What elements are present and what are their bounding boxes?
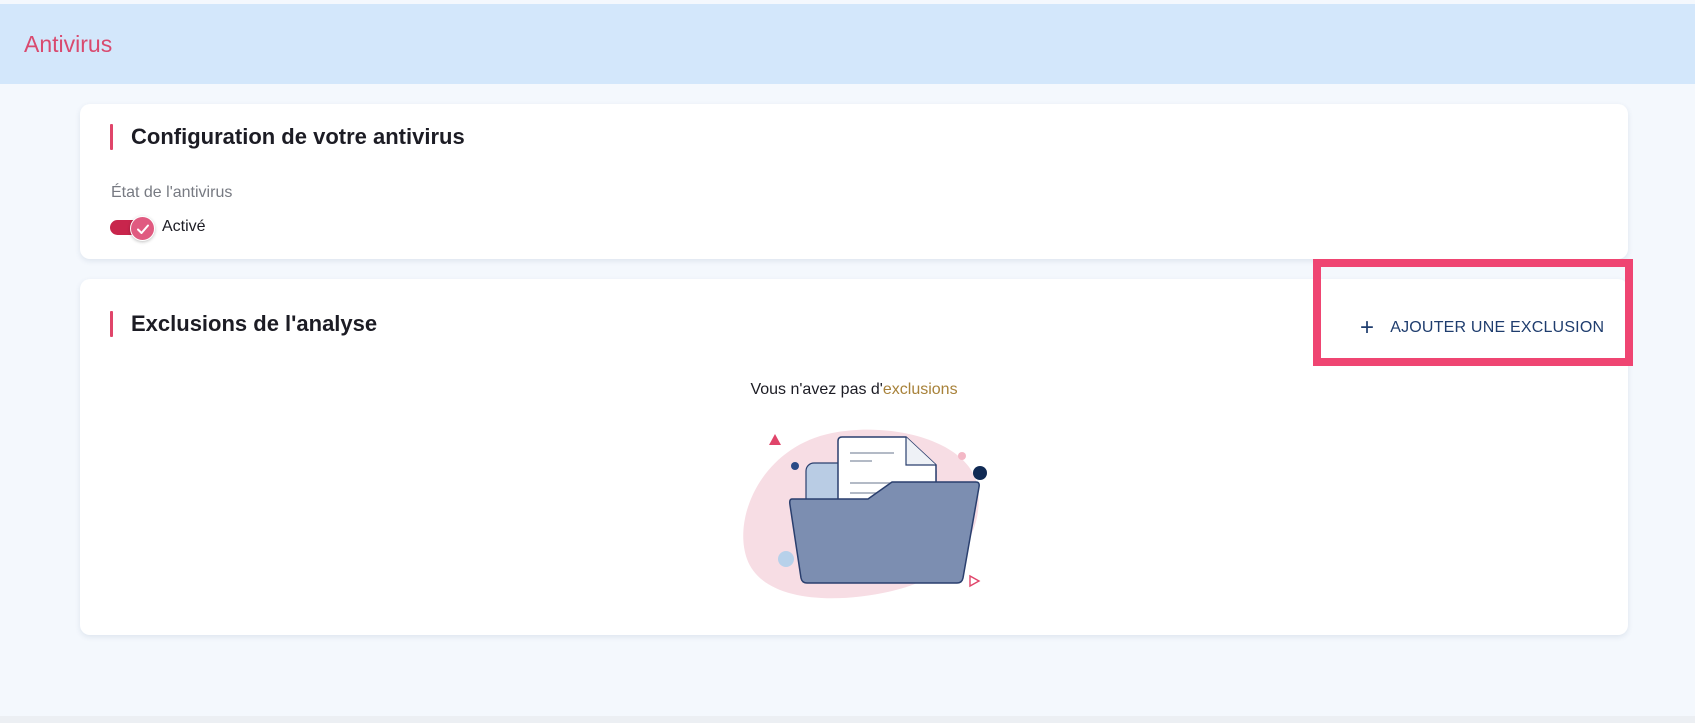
antivirus-toggle-label: Activé — [162, 218, 206, 235]
empty-state-text: Vous n'avez pas d' — [750, 381, 883, 398]
antivirus-toggle[interactable] — [110, 216, 156, 241]
empty-state-accent: exclusions — [882, 381, 958, 398]
antivirus-status-label: État de l'antivirus — [111, 184, 233, 201]
add-exclusion-label: AJOUTER UNE EXCLUSION — [1390, 319, 1605, 336]
antivirus-status-row: Activé — [110, 216, 206, 241]
scan-exclusions-card: Exclusions de l'analyse + AJOUTER UNE EX… — [80, 279, 1628, 635]
plus-icon: + — [1360, 314, 1375, 341]
empty-state-message: Vous n'avez pas d'exclusions — [80, 381, 1628, 399]
page-header: Antivirus — [0, 4, 1695, 84]
configuration-section-title: Configuration de votre antivirus — [110, 124, 465, 150]
add-exclusion-button[interactable]: + AJOUTER UNE EXCLUSION — [1350, 305, 1614, 351]
page-title: Antivirus — [24, 30, 113, 57]
footer-strip — [0, 716, 1695, 723]
exclusions-section-title: Exclusions de l'analyse — [110, 311, 377, 337]
antivirus-configuration-card: Configuration de votre antivirus État de… — [80, 104, 1628, 259]
empty-folder-illustration — [743, 429, 987, 599]
toggle-knob — [130, 216, 155, 241]
check-icon — [136, 224, 149, 234]
